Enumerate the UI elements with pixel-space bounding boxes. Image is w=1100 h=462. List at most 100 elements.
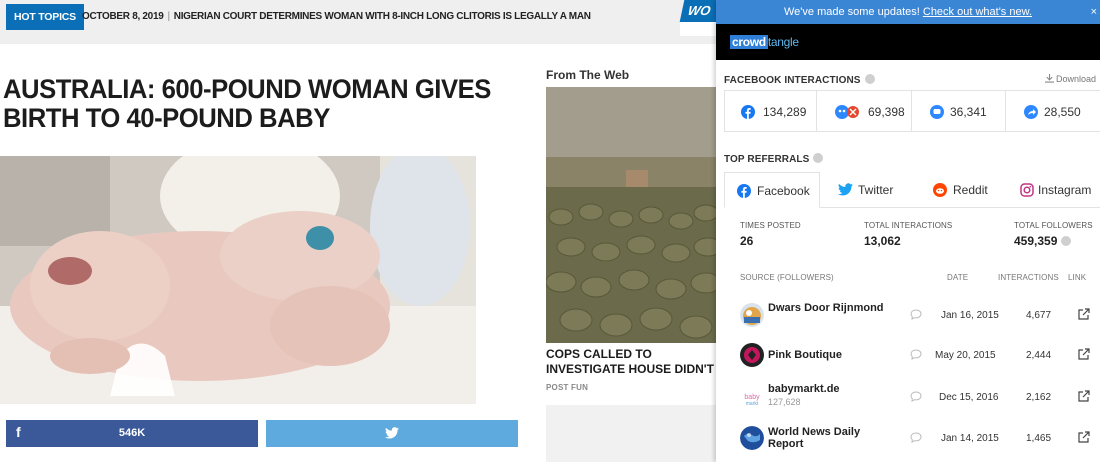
- avatar: baby markt: [740, 385, 764, 409]
- table-row[interactable]: Pink Boutique May 20, 2015 2,444: [724, 335, 1100, 375]
- avatar: [740, 426, 764, 450]
- column-date: DATE: [947, 273, 969, 282]
- interaction-comments: 36,341: [912, 91, 1006, 131]
- total-followers-label: TOTAL FOLLOWERS: [1014, 221, 1093, 230]
- banner-text: We've made some updates!: [784, 6, 920, 18]
- info-icon[interactable]: [864, 74, 875, 84]
- post-date: Jan 16, 2015: [941, 310, 999, 321]
- tab-facebook[interactable]: Facebook: [724, 172, 820, 208]
- source-name[interactable]: babymarkt.de: [768, 383, 888, 395]
- share-count: 546K: [118, 427, 146, 439]
- logo-part-tangle: tangle: [767, 35, 799, 49]
- close-icon[interactable]: ×: [1091, 0, 1097, 24]
- share-buttons: f 546K: [6, 420, 518, 447]
- brand-bar: crowd tangle: [716, 24, 1100, 60]
- twitter-share-button[interactable]: [266, 420, 518, 447]
- twitter-icon: [838, 183, 853, 196]
- interaction-comments-value: 36,341: [950, 105, 987, 119]
- interaction-total: 134,289: [725, 91, 817, 131]
- tab-reddit[interactable]: Reddit: [933, 172, 1009, 208]
- post-date: May 20, 2015: [935, 350, 996, 361]
- instagram-icon: [1020, 183, 1034, 197]
- interaction-count: 2,162: [1026, 392, 1052, 403]
- download-button[interactable]: Download: [1044, 74, 1096, 84]
- tab-twitter-label: Twitter: [858, 183, 894, 197]
- comment-icon: [930, 105, 944, 119]
- whats-new-link[interactable]: Check out what's new.: [923, 6, 1032, 18]
- post-date: Dec 15, 2016: [939, 392, 999, 403]
- article-headline: AUSTRALIA: 600-POUND WOMAN GIVES BIRTH T…: [3, 74, 491, 133]
- logo-backdrop: [680, 22, 720, 36]
- from-the-web-label: From The Web: [546, 68, 630, 82]
- external-link-icon[interactable]: [1077, 308, 1090, 321]
- source-followers: 127,628: [768, 397, 801, 407]
- promo-photo: [546, 87, 716, 343]
- interaction-shares: 28,550: [1006, 91, 1100, 131]
- crowdtangle-panel: We've made some updates! Check out what'…: [716, 0, 1100, 462]
- tab-instagram-label: Instagram: [1038, 183, 1092, 197]
- tab-instagram[interactable]: Instagram: [1020, 172, 1100, 208]
- top-referrals-title: TOP REFERRALS: [724, 153, 824, 165]
- crowdtangle-logo[interactable]: crowd tangle: [730, 35, 799, 49]
- promo-title[interactable]: COPS CALLED TO INVESTIGATE HOUSE DIDN'T …: [546, 347, 718, 379]
- hot-topics-badge[interactable]: HOT TOPICS: [6, 4, 84, 30]
- reactions-icon: [835, 105, 859, 119]
- facebook-icon: [737, 184, 751, 198]
- ticker-separator: |: [167, 11, 170, 22]
- interaction-shares-value: 28,550: [1044, 105, 1081, 119]
- ticker-date: OCTOBER 8, 2019: [82, 11, 164, 22]
- facebook-interactions-title-text: FACEBOOK INTERACTIONS: [724, 75, 861, 86]
- promo-image[interactable]: [546, 87, 716, 343]
- download-icon: [1044, 74, 1054, 83]
- facebook-icon: [741, 105, 755, 119]
- facebook-interactions-title: FACEBOOK INTERACTIONS: [724, 74, 875, 86]
- facebook-share-button[interactable]: f 546K: [6, 420, 258, 447]
- ticker-headline[interactable]: NIGERIAN COURT DETERMINES WOMAN WITH 8-I…: [174, 11, 591, 22]
- external-link-icon[interactable]: [1077, 431, 1090, 444]
- column-link: LINK: [1068, 273, 1087, 282]
- interaction-reactions: 69,398: [817, 91, 912, 131]
- column-source: SOURCE (FOLLOWERS): [740, 273, 834, 282]
- update-banner: We've made some updates! Check out what'…: [716, 0, 1100, 24]
- total-interactions-label: TOTAL INTERACTIONS: [864, 221, 953, 230]
- column-interactions: INTERACTIONS: [998, 273, 1059, 282]
- svg-text:markt: markt: [746, 401, 759, 407]
- comment-icon[interactable]: [910, 309, 922, 320]
- table-row[interactable]: baby markt babymarkt.de 127,628 Dec 15, 2…: [724, 377, 1100, 417]
- twitter-icon: [385, 427, 399, 439]
- source-name[interactable]: Dwars Door Rijnmond: [768, 302, 888, 314]
- comment-icon[interactable]: [910, 432, 922, 443]
- top-bar: HOT TOPICS OCTOBER 8, 2019 | NIGERIAN COUR…: [0, 0, 725, 44]
- article-hero-image: [0, 156, 476, 404]
- info-icon[interactable]: [1061, 236, 1072, 246]
- comment-icon[interactable]: [910, 391, 922, 402]
- baby-photo: [0, 156, 476, 404]
- avatar: [740, 343, 764, 367]
- info-icon[interactable]: [813, 153, 824, 163]
- table-row[interactable]: Dwars Door Rijnmond Jan 16, 2015 4,677: [724, 295, 1100, 335]
- interaction-reactions-value: 69,398: [868, 105, 905, 119]
- top-referrals-title-text: TOP REFERRALS: [724, 154, 810, 165]
- source-name[interactable]: Pink Boutique: [768, 349, 888, 361]
- share-icon: [1024, 105, 1038, 119]
- interaction-count: 4,677: [1026, 310, 1052, 321]
- total-interactions-value: 13,062: [864, 234, 901, 248]
- tab-twitter[interactable]: Twitter: [836, 172, 916, 208]
- interaction-count: 1,465: [1026, 433, 1052, 444]
- avatar: [740, 303, 764, 327]
- external-link-icon[interactable]: [1077, 390, 1090, 403]
- interactions-summary: 134,289 69,398 36,341 28,550: [724, 90, 1100, 132]
- logo-part-crowd: crowd: [730, 35, 768, 49]
- interaction-total-value: 134,289: [763, 105, 807, 119]
- table-row[interactable]: World News Daily Report Jan 14, 2015 1,4…: [724, 418, 1100, 458]
- svg-text:baby: baby: [744, 394, 760, 401]
- news-ticker[interactable]: OCTOBER 8, 2019 | NIGERIAN COURT DETERMINE…: [82, 4, 591, 30]
- promo-source: POST FUN: [546, 383, 589, 392]
- external-link-icon[interactable]: [1077, 348, 1090, 361]
- source-name[interactable]: World News Daily Report: [768, 426, 888, 450]
- reddit-icon: [933, 183, 947, 197]
- interaction-count: 2,444: [1026, 350, 1052, 361]
- comment-icon[interactable]: [910, 349, 922, 360]
- times-posted-value: 26: [740, 234, 754, 248]
- second-promo-image[interactable]: [546, 405, 716, 462]
